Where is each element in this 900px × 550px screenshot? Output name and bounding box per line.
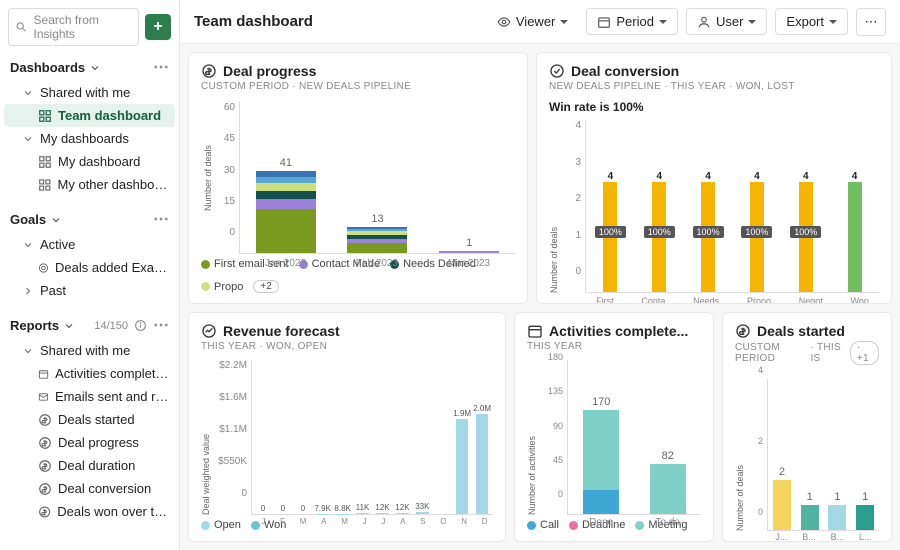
section-menu-icon[interactable]: ⋯ xyxy=(153,63,169,73)
dashboard-icon xyxy=(38,109,52,123)
card-title: Deal progress xyxy=(201,63,515,79)
eye-icon xyxy=(497,15,511,29)
topbar: Team dashboard Viewer Period User Export xyxy=(180,0,900,44)
y-axis: 18013590450 xyxy=(541,352,563,515)
dashboard-icon xyxy=(38,178,52,192)
calendar-icon xyxy=(38,367,49,381)
user-select[interactable]: User xyxy=(686,8,767,35)
reports-count: 14/150 xyxy=(94,320,128,332)
report-deals-started[interactable]: Deals started xyxy=(4,408,175,431)
user-icon xyxy=(697,15,711,29)
dollar-icon xyxy=(38,482,52,496)
card-activities: Activities complete... THIS YEAR Number … xyxy=(514,312,714,542)
goals-tree: Active Deals added Example t... Past xyxy=(0,233,179,302)
y-axis: 420 xyxy=(749,365,763,531)
deals-started-chart: Number of deals 420 2111J...B...B...L... xyxy=(735,365,879,531)
add-button[interactable]: + xyxy=(145,14,171,40)
deal-conversion-chart: Number of deals 43210 4100%4100%4100%410… xyxy=(549,120,879,293)
calendar-icon xyxy=(597,15,611,29)
dashboards-tree: Shared with me Team dashboard My dashboa… xyxy=(0,81,179,196)
chevron-down-icon xyxy=(22,345,34,357)
search-input[interactable]: Search from Insights xyxy=(8,8,139,46)
forecast-icon xyxy=(201,323,217,339)
viewer-select[interactable]: Viewer xyxy=(487,9,579,34)
dollar-icon xyxy=(38,459,52,473)
dollar-icon xyxy=(735,323,751,339)
sub-more[interactable]: +1 xyxy=(850,341,879,365)
section-goals[interactable]: Goals ⋯ xyxy=(0,206,179,233)
period-select[interactable]: Period xyxy=(586,8,678,35)
report-deal-progress[interactable]: Deal progress xyxy=(4,431,175,454)
chevron-right-icon xyxy=(22,285,34,297)
search-icon xyxy=(15,20,28,34)
group-active[interactable]: Active xyxy=(4,233,175,256)
dollar-icon xyxy=(38,505,51,519)
legend-more[interactable]: +2 xyxy=(253,280,278,293)
card-deal-progress: Deal progress CUSTOM PERIODNEW DEALS PIP… xyxy=(188,52,528,304)
dashboard-icon xyxy=(38,155,52,169)
y-axis: $2.2M$1.6M$1.1M$550K0 xyxy=(215,360,247,515)
export-button[interactable]: Export xyxy=(775,8,848,35)
section-dashboards[interactable]: Dashboards ⋯ xyxy=(0,54,179,81)
chevron-down-icon xyxy=(50,214,62,226)
report-activities-completed[interactable]: Activities completed an... xyxy=(4,362,175,385)
dollar-icon xyxy=(38,436,52,450)
group-my-dashboards[interactable]: My dashboards xyxy=(4,127,175,150)
report-deal-conversion[interactable]: Deal conversion xyxy=(4,477,175,500)
info-icon[interactable] xyxy=(134,319,147,332)
dots-icon: ⋯ xyxy=(865,14,878,30)
section-reports[interactable]: Reports 14/150 ⋯ xyxy=(0,312,179,339)
page-title: Team dashboard xyxy=(194,13,313,30)
win-rate-note: Win rate is 100% xyxy=(549,100,879,114)
card-title: Deal conversion xyxy=(549,63,879,79)
sidebar-item-team-dashboard[interactable]: Team dashboard xyxy=(4,104,175,127)
chevron-down-icon xyxy=(22,87,34,99)
activities-chart: Number of activities 18013590450 17082Do… xyxy=(527,352,701,515)
group-shared-with-me[interactable]: Shared with me xyxy=(4,81,175,104)
card-subtitle: NEW DEALS PIPELINETHIS YEARWON, LOST xyxy=(549,81,879,92)
main-panel: Team dashboard Viewer Period User Export xyxy=(180,0,900,550)
dollar-icon xyxy=(201,63,217,79)
calendar-icon xyxy=(527,323,543,339)
mail-icon xyxy=(38,390,49,404)
sidebar-item-my-dashboard[interactable]: My dashboard xyxy=(4,150,175,173)
group-past[interactable]: Past xyxy=(4,279,175,302)
chevron-down-icon xyxy=(63,320,75,332)
card-deals-started: Deals started CUSTOM PERIODTHIS IS+1 Num… xyxy=(722,312,892,542)
chevron-down-icon xyxy=(22,133,34,145)
y-axis: 604530150 xyxy=(217,102,235,254)
deal-progress-chart: Number of deals 604530150 41131 Jan 2023… xyxy=(201,102,515,254)
chevron-down-icon xyxy=(22,239,34,251)
chevron-down-icon xyxy=(89,62,101,74)
sidebar-item-my-other-dashboard[interactable]: My other dashboard xyxy=(4,173,175,196)
section-menu-icon[interactable]: ⋯ xyxy=(153,321,169,331)
plus-icon: + xyxy=(153,18,162,36)
conversion-icon xyxy=(549,63,565,79)
dollar-icon xyxy=(38,413,52,427)
target-icon xyxy=(38,261,49,275)
search-placeholder: Search from Insights xyxy=(34,13,132,41)
sidebar: Search from Insights + Dashboards ⋯ Shar… xyxy=(0,0,180,550)
card-revenue-forecast: Revenue forecast THIS YEARWON, OPEN Deal… xyxy=(188,312,506,542)
revenue-forecast-chart: Deal weighted value $2.2M$1.6M$1.1M$550K… xyxy=(201,360,493,515)
reports-tree: Shared with me Activities completed an..… xyxy=(0,339,179,523)
card-deal-conversion: Deal conversion NEW DEALS PIPELINETHIS Y… xyxy=(536,52,892,304)
report-deals-won[interactable]: Deals won over time xyxy=(4,500,175,523)
report-emails[interactable]: Emails sent and received xyxy=(4,385,175,408)
section-menu-icon[interactable]: ⋯ xyxy=(153,215,169,225)
more-menu-button[interactable]: ⋯ xyxy=(856,8,886,36)
card-subtitle: CUSTOM PERIODNEW DEALS PIPELINE xyxy=(201,81,515,92)
sidebar-item-goal-deals-added[interactable]: Deals added Example t... xyxy=(4,256,175,279)
report-deal-duration[interactable]: Deal duration xyxy=(4,454,175,477)
y-axis: 43210 xyxy=(563,120,581,293)
group-reports-shared[interactable]: Shared with me xyxy=(4,339,175,362)
